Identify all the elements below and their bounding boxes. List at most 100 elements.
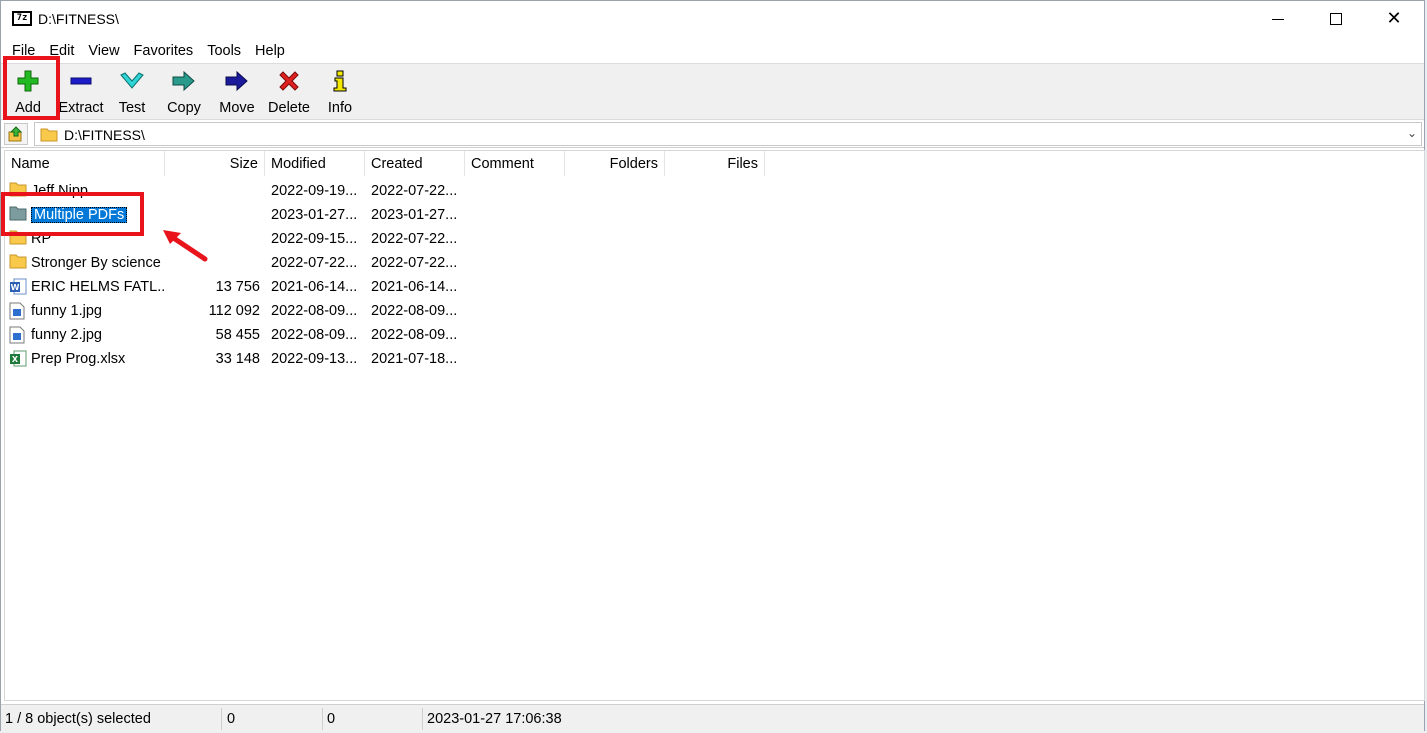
folder-icon [9, 254, 27, 270]
image-file-icon [9, 302, 27, 320]
info-icon [328, 69, 352, 93]
annotation-arrow-icon [163, 230, 208, 262]
file-size: 33 148 [215, 351, 260, 367]
close-button[interactable]: ✕ [1365, 1, 1423, 37]
svg-text:X: X [12, 355, 19, 364]
menu-edit[interactable]: Edit [42, 39, 81, 63]
column-size[interactable]: Size [165, 151, 265, 176]
file-modified: 2022-09-19... [271, 183, 358, 199]
delete-button[interactable]: Delete [265, 66, 313, 118]
column-created[interactable]: Created [365, 151, 465, 176]
file-row[interactable]: Jeff Nipp 2022-09-19... 2022-07-22... [5, 178, 1424, 202]
status-bar: 1 / 8 object(s) selected 0 0 2023-01-27 … [1, 704, 1424, 732]
excel-file-icon: X [9, 350, 27, 367]
file-size: 112 092 [208, 303, 260, 319]
file-name[interactable]: RP [31, 226, 165, 250]
file-list: Name Size Modified Created Comment Folde… [4, 150, 1425, 701]
file-size [165, 202, 260, 226]
folder-icon [9, 206, 27, 222]
selected-file-name[interactable]: Multiple PDFs [31, 207, 128, 223]
move-label: Move [219, 100, 255, 116]
file-row[interactable]: funny 1.jpg 112 092 2022-08-09... 2022-08-0… [5, 298, 1424, 322]
file-created: 2021-07-18... [371, 351, 458, 367]
file-created: 2022-07-22... [371, 183, 458, 199]
file-created: 2023-01-27... [371, 207, 458, 223]
file-modified: 2021-06-14... [271, 279, 358, 295]
column-files[interactable]: Files [665, 151, 765, 176]
folder-icon [40, 128, 58, 142]
copy-button[interactable]: Copy [164, 66, 204, 118]
move-button[interactable]: Move [216, 66, 258, 118]
status-packed: 0 [323, 708, 423, 730]
file-modified: 2022-08-09... [271, 327, 358, 343]
file-name[interactable]: Stronger By science [31, 250, 165, 274]
file-created: 2022-07-22... [371, 231, 458, 247]
delete-x-icon [277, 69, 301, 93]
column-comment[interactable]: Comment [465, 151, 565, 176]
file-modified: 2022-09-15... [271, 231, 358, 247]
menu-file[interactable]: File [5, 39, 42, 63]
toolbar: Add Extract Test Copy Move Delete Info [1, 63, 1424, 120]
file-size [165, 178, 260, 202]
delete-label: Delete [268, 100, 310, 116]
up-folder-button[interactable] [4, 123, 28, 145]
file-modified: 2023-01-27... [271, 207, 358, 223]
status-selection: 1 / 8 object(s) selected [1, 708, 222, 730]
file-created: 2022-08-09... [371, 327, 458, 343]
app-window: 7z D:\FITNESS\ ✕ File Edit View Favorite… [0, 0, 1425, 732]
file-modified: 2022-07-22... [271, 255, 358, 271]
image-file-icon [9, 326, 27, 344]
column-name[interactable]: Name [5, 151, 165, 176]
path-text: D:\FITNESS\ [64, 127, 145, 143]
file-created: 2022-07-22... [371, 255, 458, 271]
column-header: Name Size Modified Created Comment Folde… [5, 151, 1424, 176]
menu-favorites[interactable]: Favorites [127, 39, 201, 63]
file-row[interactable]: X Prep Prog.xlsx 33 148 2022-09-13... 2021-0… [5, 346, 1424, 370]
file-name[interactable]: ERIC HELMS FATL... [31, 274, 165, 298]
column-modified[interactable]: Modified [265, 151, 365, 176]
up-folder-icon [8, 126, 23, 142]
add-button[interactable]: Add [12, 66, 44, 118]
path-combobox[interactable]: D:\FITNESS\ ⌄ [34, 122, 1422, 146]
file-name[interactable]: funny 1.jpg [31, 298, 165, 322]
file-modified: 2022-08-09... [271, 303, 358, 319]
column-folders[interactable]: Folders [565, 151, 665, 176]
file-row[interactable]: W ERIC HELMS FATL... 13 756 2021-06-14... 20… [5, 274, 1424, 298]
chevron-down-icon[interactable]: ⌄ [1407, 126, 1417, 140]
7zip-app-icon: 7z [12, 11, 32, 26]
file-name[interactable]: funny 2.jpg [31, 322, 165, 346]
maximize-button[interactable] [1307, 1, 1365, 37]
minimize-button[interactable] [1249, 1, 1307, 37]
move-arrow-icon [225, 69, 249, 93]
copy-arrow-icon [172, 69, 196, 93]
test-label: Test [118, 100, 146, 116]
extract-button[interactable]: Extract [57, 66, 105, 118]
status-datetime: 2023-01-27 17:06:38 [427, 711, 562, 727]
blue-minus-icon [69, 69, 93, 93]
file-row[interactable]: RP 2022-09-15... 2022-07-22... [5, 226, 1424, 250]
minimize-icon [1272, 18, 1284, 20]
file-row[interactable]: Stronger By science 2022-07-22... 2022-07-… [5, 250, 1424, 274]
test-check-icon [120, 69, 144, 93]
file-row[interactable]: funny 2.jpg 58 455 2022-08-09... 2022-08-09… [5, 322, 1424, 346]
window-title: D:\FITNESS\ [38, 11, 119, 27]
close-icon: ✕ [1386, 8, 1402, 29]
green-plus-icon [16, 69, 40, 93]
file-name[interactable]: Jeff Nipp [31, 178, 165, 202]
info-button[interactable]: Info [325, 66, 355, 118]
copy-label: Copy [167, 100, 201, 116]
menu-tools[interactable]: Tools [200, 39, 248, 63]
folder-icon [9, 230, 27, 246]
file-created: 2021-06-14... [371, 279, 458, 295]
add-label: Add [15, 100, 41, 116]
address-bar: D:\FITNESS\ ⌄ [1, 121, 1424, 148]
menu-help[interactable]: Help [248, 39, 292, 63]
menu-view[interactable]: View [81, 39, 126, 63]
title-bar: 7z D:\FITNESS\ ✕ [1, 1, 1424, 38]
menu-bar: File Edit View Favorites Tools Help [1, 39, 1424, 63]
test-button[interactable]: Test [115, 66, 149, 118]
file-name[interactable]: Multiple PDFs [31, 202, 165, 226]
file-row[interactable]: Multiple PDFs 2023-01-27... 2023-01-27... [5, 202, 1424, 226]
svg-text:W: W [11, 283, 20, 292]
file-name[interactable]: Prep Prog.xlsx [31, 346, 165, 370]
